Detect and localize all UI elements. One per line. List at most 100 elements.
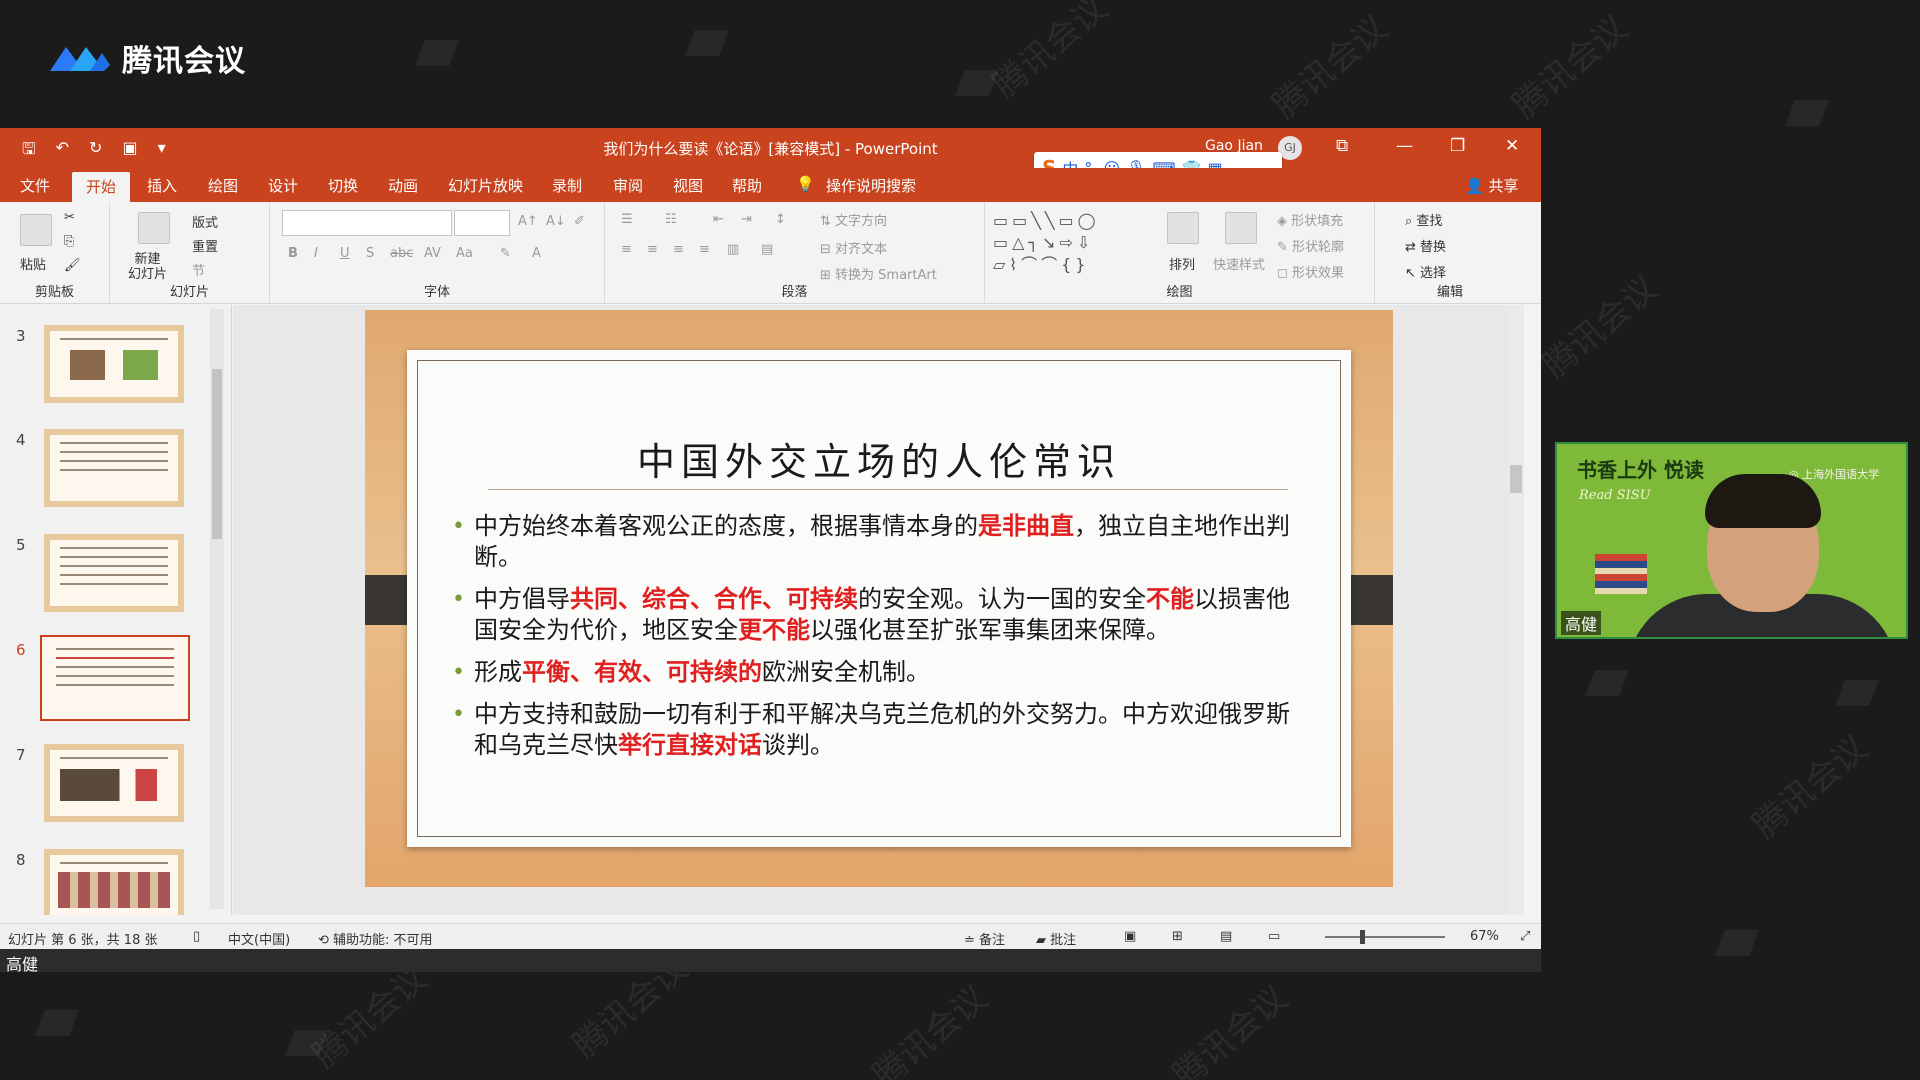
decrease-indent-icon[interactable]: ⇤ (713, 212, 724, 227)
ribbon-display-options-icon[interactable]: ⧉ (1336, 136, 1348, 156)
bold-icon[interactable]: B (288, 246, 298, 261)
fit-to-window-icon[interactable]: ⤢ (1520, 929, 1530, 944)
spellcheck-icon[interactable]: ▯ (193, 929, 200, 944)
participant-hair (1705, 474, 1821, 528)
slide-thumbnail[interactable] (44, 429, 184, 507)
shape-outline-button[interactable]: ✎ 形状轮廓 (1277, 236, 1344, 255)
tell-me-search[interactable]: 操作说明搜索 (826, 175, 916, 196)
increase-indent-icon[interactable]: ⇥ (741, 212, 752, 227)
align-left-icon[interactable]: ≡ (621, 242, 632, 257)
line-spacing-icon[interactable]: ↕ (775, 212, 786, 227)
font-name-combo[interactable] (282, 210, 452, 236)
quick-styles-button[interactable]: 快速样式 (1213, 254, 1265, 273)
slide-canvas[interactable]: 中国外交立场的人伦常识 中方始终本着客观公正的态度，根据事情本身的是非曲直，独立… (365, 310, 1393, 887)
highlight-icon[interactable]: ✎ (500, 246, 511, 261)
align-right-icon[interactable]: ≡ (673, 242, 684, 257)
bullet-item[interactable]: 中方倡导共同、综合、合作、可持续的安全观。认为一国的安全不能以损害他国安全为代价… (452, 584, 1312, 646)
quick-styles-icon[interactable] (1225, 212, 1257, 244)
align-text-button[interactable]: ⊟ 对齐文本 (820, 238, 887, 257)
zoom-slider-handle[interactable] (1360, 930, 1365, 944)
font-size-combo[interactable] (454, 210, 510, 236)
close-icon[interactable]: ✕ (1505, 136, 1519, 156)
tab-slideshow[interactable]: 幻灯片放映 (448, 175, 523, 196)
reset-button[interactable]: 重置 (192, 236, 218, 255)
minimize-icon[interactable]: — (1396, 136, 1413, 156)
shape-effects-button[interactable]: ◻ 形状效果 (1277, 262, 1344, 281)
tab-insert[interactable]: 插入 (147, 175, 177, 196)
tab-record[interactable]: 录制 (552, 175, 582, 196)
text-box-icon[interactable]: ▤ (761, 242, 773, 257)
slide-title[interactable]: 中国外交立场的人伦常识 (418, 431, 1340, 486)
tab-review[interactable]: 审阅 (613, 175, 643, 196)
cut-icon[interactable]: ✂ (64, 210, 75, 225)
replace-button[interactable]: ⇄ 替换 (1405, 236, 1446, 255)
bullet-item[interactable]: 形成平衡、有效、可持续的欧洲安全机制。 (452, 657, 1312, 688)
find-button[interactable]: ⌕ 查找 (1405, 210, 1442, 229)
tab-help[interactable]: 帮助 (732, 175, 762, 196)
tab-file[interactable]: 文件 (20, 175, 50, 196)
editor-scrollbar[interactable] (1508, 305, 1524, 915)
layout-button[interactable]: 版式 (192, 212, 218, 231)
align-center-icon[interactable]: ≡ (647, 242, 658, 257)
paste-button[interactable]: 粘贴 (20, 254, 46, 273)
tab-home[interactable]: 开始 (72, 172, 131, 205)
decrease-font-icon[interactable]: A↓ (546, 214, 566, 229)
zoom-slider[interactable] (1325, 936, 1445, 938)
font-color-icon[interactable]: A (532, 246, 541, 261)
select-button[interactable]: ↖ 选择 (1405, 262, 1446, 281)
shadow-icon[interactable]: S (366, 246, 374, 261)
tab-animations[interactable]: 动画 (388, 175, 418, 196)
char-spacing-icon[interactable]: AV (424, 246, 441, 261)
share-button[interactable]: 👤 共享 (1465, 175, 1518, 196)
watermark-mark (685, 30, 729, 56)
text-direction-button[interactable]: ⇅ 文字方向 (820, 210, 887, 229)
justify-icon[interactable]: ≡ (699, 242, 710, 257)
bullet-text: 以强化甚至扩张军事集团来保障。 (810, 616, 1170, 644)
scrollbar-thumb[interactable] (1510, 465, 1522, 493)
numbering-icon[interactable]: ☷ (665, 212, 677, 227)
columns-icon[interactable]: ▥ (727, 242, 739, 257)
clear-format-icon[interactable]: ✐ (574, 214, 585, 229)
notes-button[interactable]: ≐ 备注 (964, 929, 1005, 948)
slideshow-view-icon[interactable]: ▭ (1268, 929, 1280, 944)
underline-icon[interactable]: U (340, 246, 350, 261)
accessibility-status[interactable]: ⟲ 辅助功能: 不可用 (318, 929, 433, 948)
bullet-item[interactable]: 中方支持和鼓励一切有利于和平解决乌克兰危机的外交努力。中方欢迎俄罗斯和乌克兰尽快… (452, 699, 1312, 761)
new-slide-icon[interactable] (138, 212, 170, 244)
format-painter-icon[interactable]: 🖌 (64, 258, 81, 273)
bullet-item[interactable]: 中方始终本着客观公正的态度，根据事情本身的是非曲直，独立自主地作出判断。 (452, 511, 1312, 573)
slide-thumbnail[interactable] (44, 849, 184, 915)
tab-design[interactable]: 设计 (268, 175, 298, 196)
participant-video[interactable]: 书香上外 悦读 Read SISU ◎ 上海外国语大学 高健 (1555, 442, 1908, 639)
shapes-gallery[interactable]: ▭▭╲╲▭◯ ▭△┐↘⇨⇩ ▱⌇⌒⌒{} (993, 210, 1151, 276)
tab-draw[interactable]: 绘图 (208, 175, 238, 196)
section-button[interactable]: 节 (192, 260, 205, 279)
zoom-level[interactable]: 67% (1470, 929, 1499, 944)
scrollbar-thumb[interactable] (212, 369, 222, 539)
slide-thumbnail[interactable] (44, 534, 184, 612)
slide-thumbnail[interactable] (44, 325, 184, 403)
slide-sorter-icon[interactable]: ⊞ (1172, 929, 1183, 944)
language[interactable]: 中文(中国) (228, 929, 290, 948)
reading-view-icon[interactable]: ▤ (1220, 929, 1232, 944)
shape-fill-button[interactable]: ◈ 形状填充 (1277, 210, 1343, 229)
strikethrough-icon[interactable]: abc (390, 246, 413, 261)
thumbnails-scrollbar[interactable] (210, 309, 224, 909)
arrange-button[interactable]: 排列 (1169, 254, 1195, 273)
normal-view-icon[interactable]: ▣ (1124, 929, 1136, 944)
arrange-icon[interactable] (1167, 212, 1199, 244)
restore-icon[interactable]: ❐ (1450, 136, 1465, 156)
tab-transitions[interactable]: 切换 (328, 175, 358, 196)
new-slide-button[interactable]: 新建 幻灯片 (128, 252, 167, 282)
copy-icon[interactable]: ⎘ (64, 234, 74, 249)
bullets-icon[interactable]: ☰ (621, 212, 633, 227)
slide-thumbnail[interactable] (44, 744, 184, 822)
paste-icon[interactable] (20, 214, 52, 246)
increase-font-icon[interactable]: A↑ (518, 214, 538, 229)
tab-view[interactable]: 视图 (673, 175, 703, 196)
italic-icon[interactable]: I (314, 246, 318, 261)
change-case-icon[interactable]: Aa (456, 246, 473, 261)
slide-thumbnail-active[interactable] (40, 635, 190, 721)
slide-bullets[interactable]: 中方始终本着客观公正的态度，根据事情本身的是非曲直，独立自主地作出判断。中方倡导… (452, 511, 1312, 772)
comments-button[interactable]: ▰ 批注 (1036, 929, 1076, 948)
